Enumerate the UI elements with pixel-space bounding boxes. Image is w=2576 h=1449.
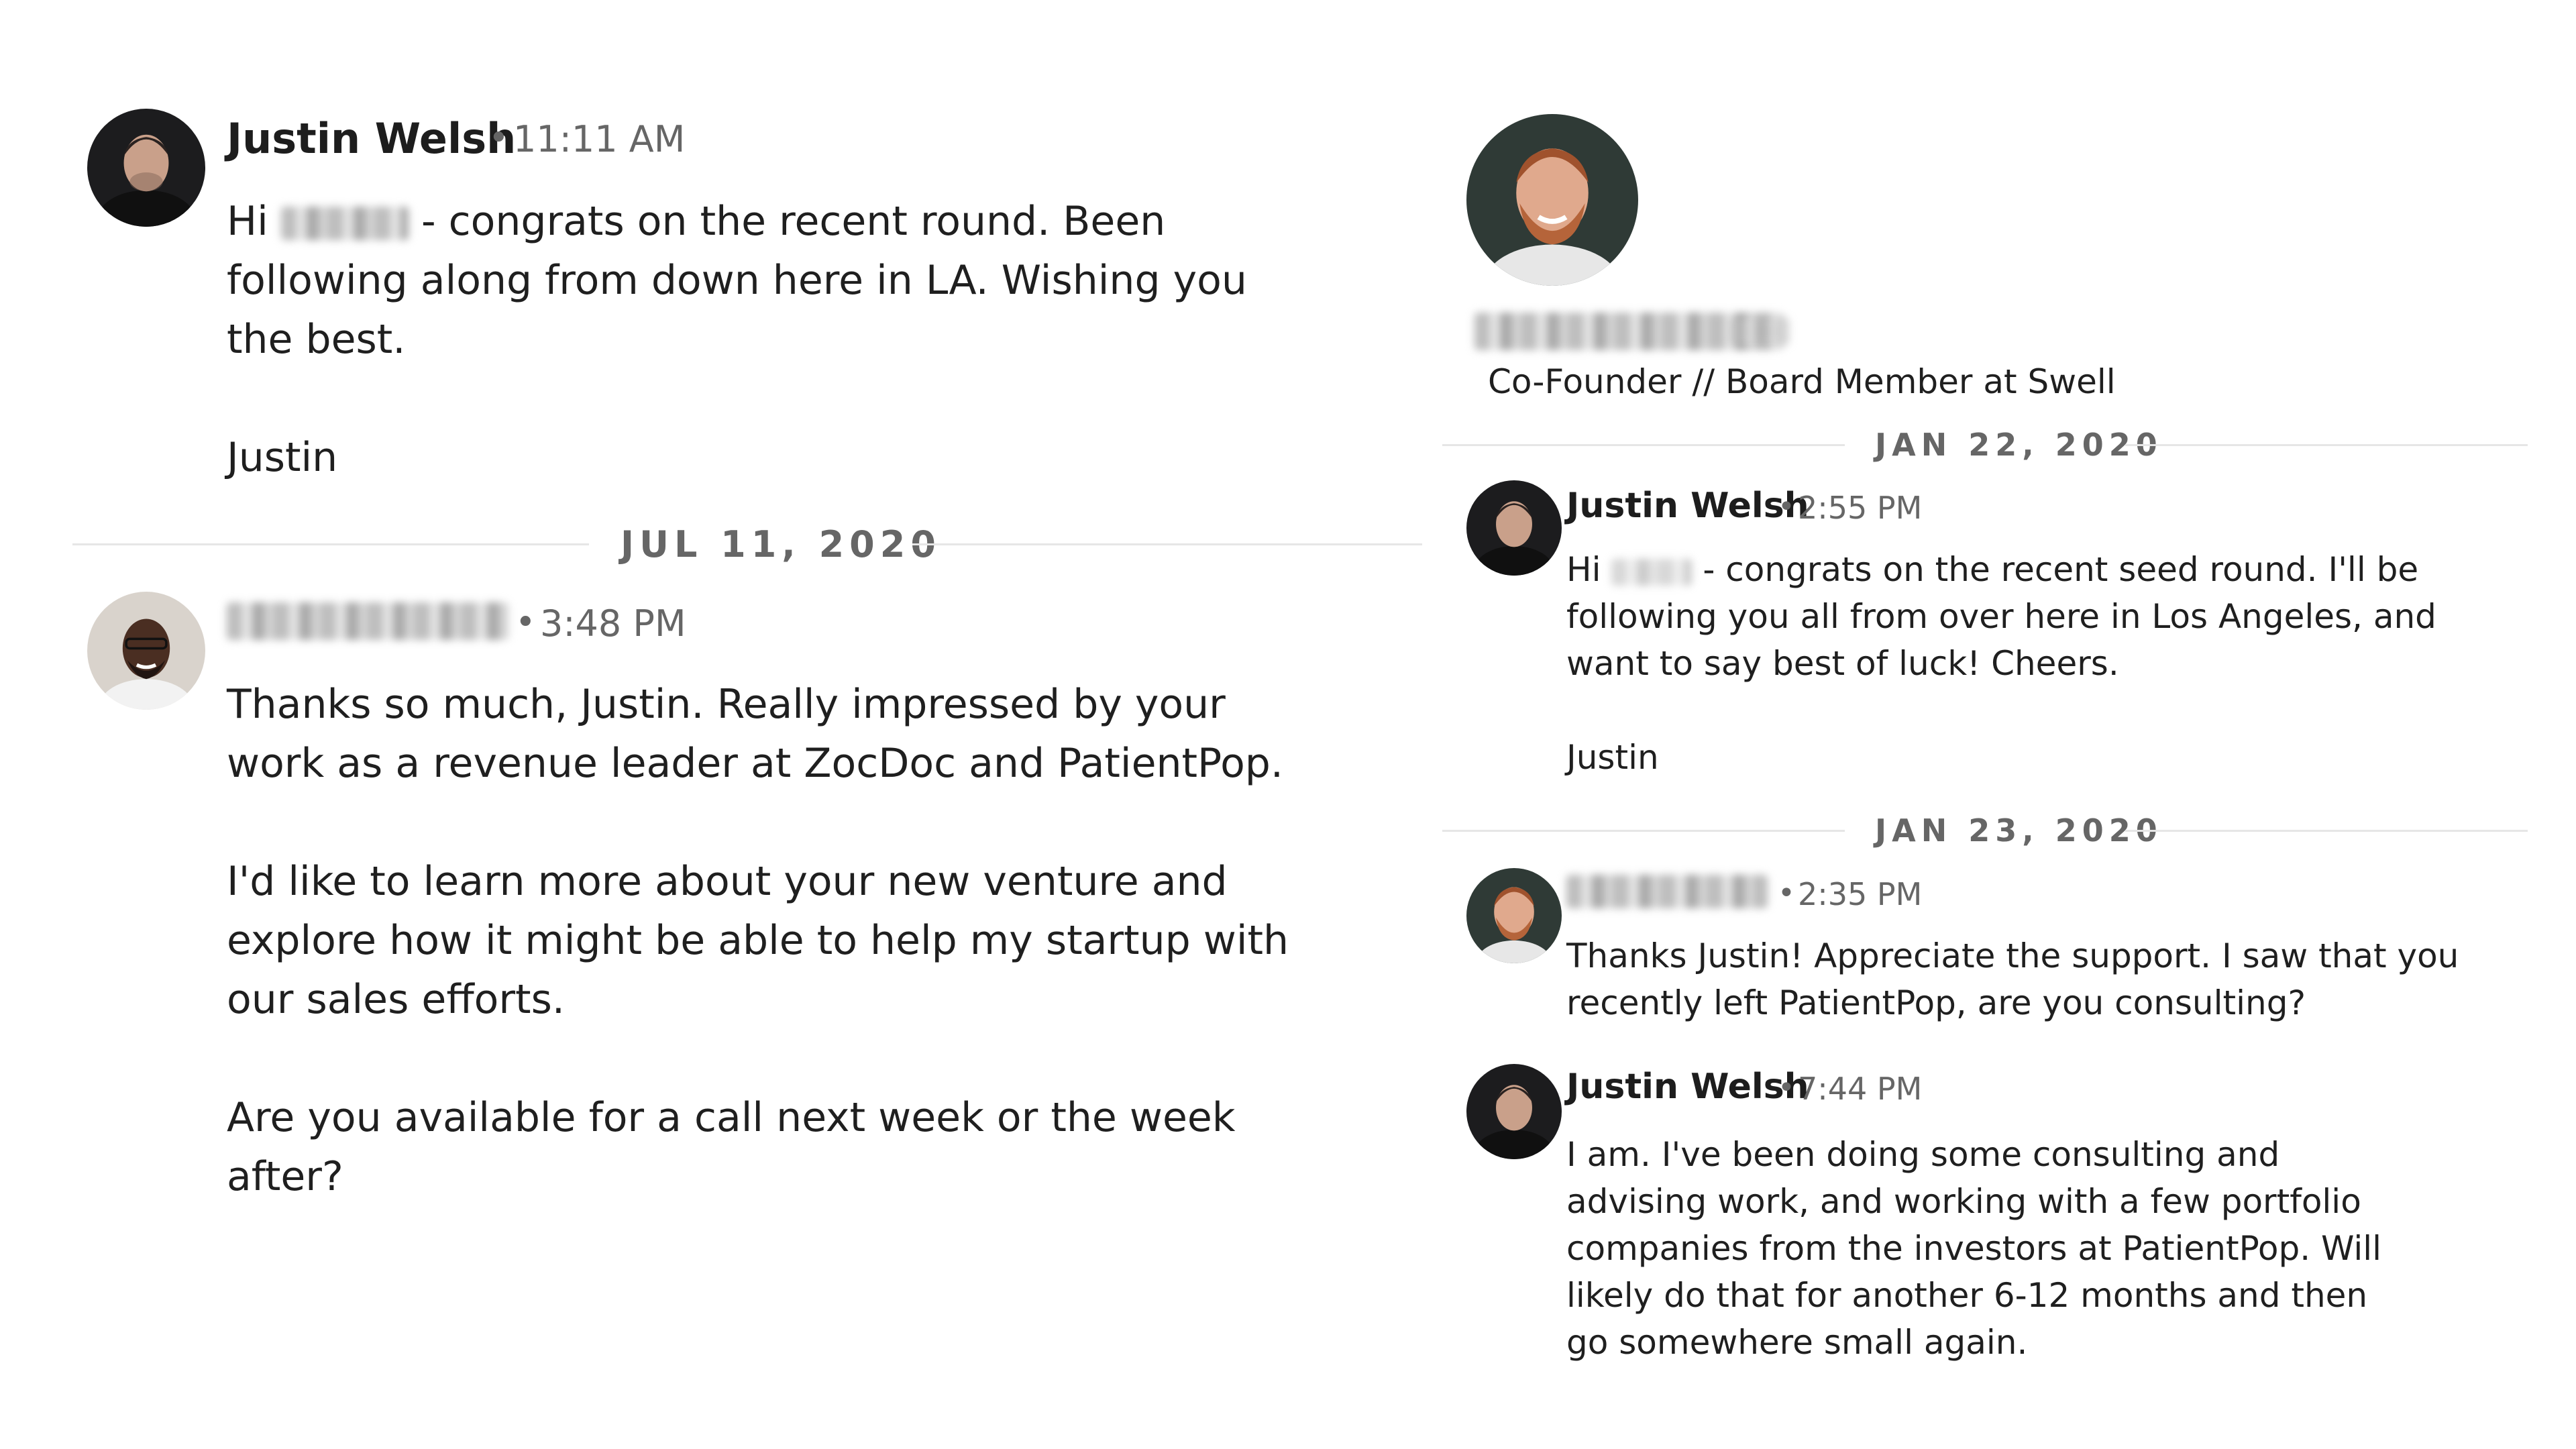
redacted-sender-name[interactable]: [1566, 875, 1768, 908]
date-divider-line: [2125, 830, 2528, 832]
date-divider: JAN 23, 2020: [1875, 812, 2163, 849]
avatar-justin-welsh[interactable]: [1466, 480, 1562, 576]
meta-separator: •: [1778, 1071, 1795, 1105]
date-divider-line: [72, 543, 589, 545]
profile-headline: Co-Founder // Board Member at Swell: [1488, 362, 2116, 401]
message-body: I am. I've been doing some consulting an…: [1566, 1135, 2382, 1362]
avatar-justin-image: [87, 109, 205, 227]
avatar-justin-image: [1466, 1064, 1562, 1159]
date-divider-line: [912, 543, 1422, 545]
greeting: Hi: [227, 198, 268, 245]
date-divider-line: [1442, 830, 1845, 832]
greeting: Hi: [1566, 550, 1601, 589]
avatar-justin-welsh[interactable]: [87, 109, 205, 227]
message-body: Hi - congrats on the recent seed round. …: [1566, 546, 2479, 781]
avatar-contact-image: [87, 592, 205, 710]
message-body: Thanks Justin! Appreciate the support. I…: [1566, 936, 2459, 1022]
message-body: Hi - congrats on the recent round. Been …: [227, 192, 1300, 487]
avatar-justin-welsh[interactable]: [1466, 1064, 1562, 1159]
avatar-contact-image: [1466, 868, 1562, 963]
avatar-contact[interactable]: [1466, 868, 1562, 963]
message-time: 3:48 PM: [540, 602, 686, 645]
date-divider: JAN 22, 2020: [1875, 427, 2163, 463]
meta-separator: •: [515, 602, 536, 643]
avatar-justin-image: [1466, 480, 1562, 576]
date-divider-line: [2125, 444, 2528, 446]
profile-avatar-image: [1466, 114, 1638, 286]
message-paragraph: Are you available for a call next week o…: [227, 1094, 1236, 1200]
message-signoff: Justin: [1566, 738, 1659, 777]
message-paragraph: Thanks so much, Justin. Really impressed…: [227, 681, 1283, 787]
redacted-connection-degree: [1729, 318, 1790, 345]
message-time: 2:55 PM: [1798, 490, 1923, 526]
message-text: - congrats on the recent seed round. I'l…: [1566, 550, 2436, 683]
message-time: 2:35 PM: [1798, 876, 1923, 912]
meta-separator: •: [1778, 490, 1795, 524]
sender-name[interactable]: Justin Welsh: [227, 114, 516, 163]
message-paragraph: I'd like to learn more about your new ve…: [227, 858, 1289, 1023]
sender-name[interactable]: Justin Welsh: [1566, 486, 1809, 526]
date-divider-line: [1442, 444, 1845, 446]
message-time: 7:44 PM: [1798, 1071, 1923, 1107]
message-signoff: Justin: [227, 434, 338, 481]
message-time: 11:11 AM: [513, 118, 686, 160]
date-divider: JUL 11, 2020: [621, 523, 941, 566]
sender-name[interactable]: Justin Welsh: [1566, 1067, 1809, 1107]
redacted-name: [1611, 558, 1693, 586]
message-body: Thanks so much, Justin. Really impressed…: [227, 675, 1327, 1206]
meta-separator: •: [488, 118, 509, 158]
redacted-sender-name[interactable]: [227, 602, 508, 640]
redacted-name: [280, 207, 409, 241]
profile-avatar[interactable]: [1466, 114, 1638, 286]
avatar-contact[interactable]: [87, 592, 205, 710]
meta-separator: •: [1778, 876, 1795, 910]
